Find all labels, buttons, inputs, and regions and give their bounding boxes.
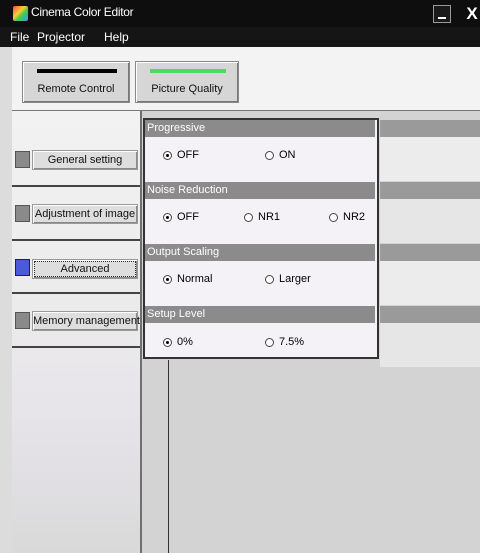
radio-indicator [265,150,274,160]
progressive-on-radio[interactable]: ON [265,149,296,161]
remote-control-label: Remote Control [37,83,115,95]
menu-projector[interactable]: Projector [37,30,85,44]
row-extension [380,261,480,305]
radio-indicator [244,212,253,222]
close-button[interactable]: X [463,5,480,23]
noise-reduction-nr2-radio[interactable]: NR2 [329,211,365,223]
setup-level-7-5-radio[interactable]: 7.5% [265,336,304,348]
row-extension [380,199,480,243]
minimize-button[interactable] [433,5,451,23]
nav-panel [12,111,142,553]
progressive-off-radio[interactable]: OFF [163,149,199,161]
menu-file[interactable]: File [10,30,29,44]
output-scaling-larger-radio[interactable]: Larger [265,273,311,285]
setup-level-0-radio[interactable]: 0% [163,336,193,348]
menu-bar: File Projector Help [0,27,480,47]
divider-line [168,360,169,553]
setup-level-header: Setup Level [145,306,375,323]
nav-divider [12,292,140,294]
radio-indicator [329,212,338,222]
nav-divider [12,346,140,348]
row-extension [380,323,480,367]
nav-indicator-adjustment [15,205,30,222]
nav-general-setting-button[interactable]: General setting [32,150,138,170]
nav-indicator-memory [15,312,30,329]
noise-reduction-header: Noise Reduction [145,182,375,199]
radio-indicator [163,150,172,160]
header-extension [380,120,480,137]
radio-indicator [163,212,172,222]
remote-control-stripe [37,69,117,73]
remote-control-button[interactable]: Remote Control [22,61,130,103]
noise-reduction-nr1-radio[interactable]: NR1 [244,211,280,223]
window-title: Cinema Color Editor [31,5,134,19]
app-icon [13,6,28,21]
menu-help[interactable]: Help [104,30,129,44]
row-extension [380,137,480,181]
nav-divider [12,239,140,241]
header-extension [380,244,480,261]
picture-quality-stripe [150,69,226,73]
nav-adjustment-of-image-button[interactable]: Adjustment of image [32,204,138,224]
nav-indicator-advanced [15,259,30,276]
header-extension [380,306,480,323]
radio-indicator [265,337,274,347]
output-scaling-normal-radio[interactable]: Normal [163,273,212,285]
title-bar: Cinema Color Editor X [0,0,480,27]
nav-advanced-button[interactable]: Advanced [32,259,138,279]
picture-quality-label: Picture Quality [151,83,223,95]
radio-indicator [265,274,274,284]
nav-indicator-general [15,151,30,168]
noise-reduction-off-radio[interactable]: OFF [163,211,199,223]
header-extension [380,182,480,199]
output-scaling-header: Output Scaling [145,244,375,261]
nav-memory-management-button[interactable]: Memory management [32,311,140,331]
radio-indicator [163,274,172,284]
setup-level-options: 0% 7.5% [145,336,376,376]
picture-quality-button[interactable]: Picture Quality [135,61,239,103]
progressive-header: Progressive [145,120,375,137]
radio-indicator [163,337,172,347]
nav-divider [12,185,140,187]
